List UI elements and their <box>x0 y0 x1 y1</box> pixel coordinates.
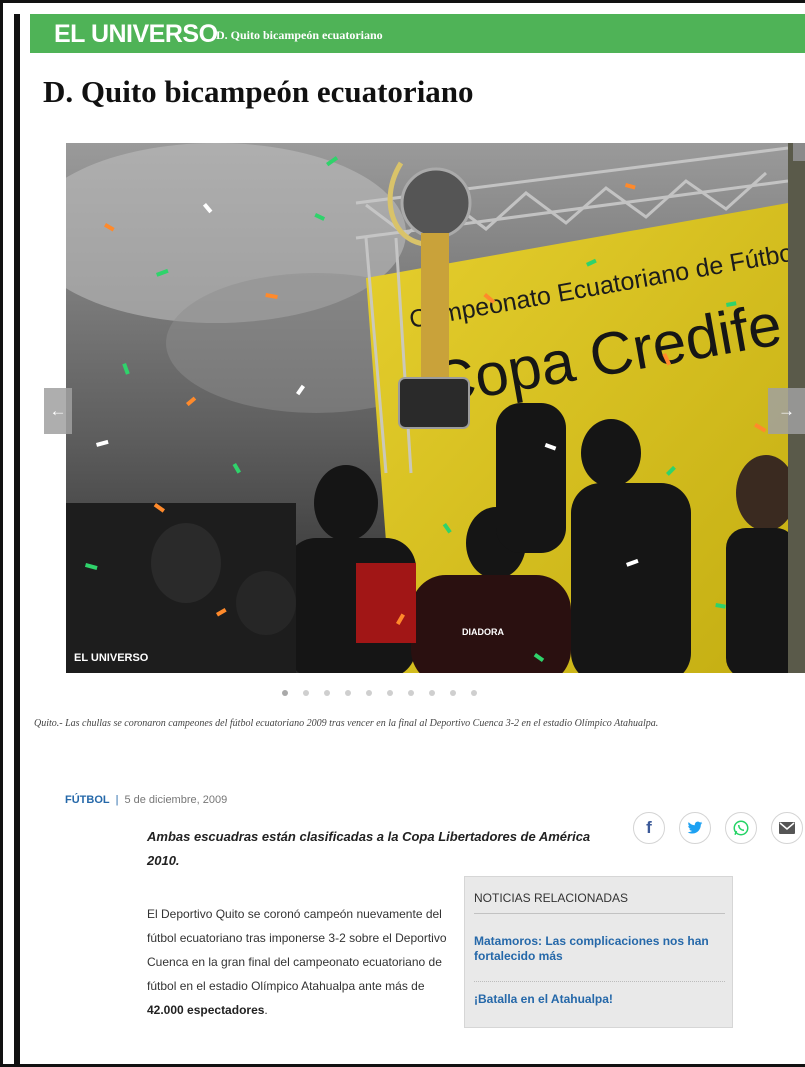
related-news-box: NOTICIAS RELACIONADAS Matamoros: Las com… <box>464 876 733 1028</box>
article-body-end: . <box>264 1003 268 1017</box>
share-whatsapp-button[interactable] <box>725 812 757 844</box>
article-body-text: El Deportivo Quito se coronó campeón nue… <box>147 907 447 993</box>
meta-separator: | <box>115 794 119 806</box>
celebration-photo-illustration: Campeonato Ecuatoriano de Fútbol Copa Cr… <box>66 143 788 673</box>
gallery-dot[interactable] <box>450 690 456 696</box>
site-header-bar: EL UNIVERSO D. Quito bicampeón ecuatoria… <box>30 14 805 53</box>
related-link-batalla[interactable]: ¡Batalla en el Atahualpa! <box>474 992 724 1007</box>
gallery-dot[interactable] <box>429 690 435 696</box>
article-body: El Deportivo Quito se coronó campeón nue… <box>147 902 447 1022</box>
left-border <box>14 14 20 1064</box>
gallery-dot[interactable] <box>282 690 288 696</box>
share-facebook-button[interactable]: f <box>633 812 665 844</box>
share-twitter-button[interactable] <box>679 812 711 844</box>
article-body-highlight: 42.000 espectadores <box>147 1003 265 1017</box>
related-link-matamoros[interactable]: Matamoros: Las complicaciones nos han fo… <box>474 934 724 964</box>
article-meta: FÚTBOL | 5 de diciembre, 2009 <box>65 794 227 806</box>
gallery-dot[interactable] <box>387 690 393 696</box>
email-icon <box>779 822 795 834</box>
shirt-brand: DIADORA <box>462 627 504 637</box>
gallery-dot[interactable] <box>408 690 414 696</box>
photo-caption: Quito.- Las chullas se coronaron campeon… <box>34 718 659 729</box>
share-email-button[interactable] <box>771 812 803 844</box>
article-headline: D. Quito bicampeón ecuatoriano <box>43 74 474 109</box>
site-logo[interactable]: EL UNIVERSO <box>54 20 218 49</box>
whatsapp-icon <box>733 820 749 836</box>
related-news-title: NOTICIAS RELACIONADAS <box>474 891 629 905</box>
next-slide-button[interactable]: → <box>768 388 805 434</box>
gallery-photo[interactable]: Campeonato Ecuatoriano de Fútbol Copa Cr… <box>66 143 788 673</box>
section-link[interactable]: FÚTBOL <box>65 794 110 806</box>
article-intro: Ambas escuadras están clasificadas a la … <box>147 829 591 868</box>
gallery-dot[interactable] <box>303 690 309 696</box>
gallery-dot[interactable] <box>366 690 372 696</box>
related-link-divider <box>474 981 725 982</box>
gallery-dot[interactable] <box>471 690 477 696</box>
prev-slide-button[interactable]: ← <box>44 388 72 434</box>
facebook-icon: f <box>646 818 652 837</box>
header-article-title: D. Quito bicampeón ecuatoriano <box>216 28 383 42</box>
gallery-dot[interactable] <box>324 690 330 696</box>
gallery-dots <box>282 690 477 700</box>
article-date: 5 de diciembre, 2009 <box>124 794 228 806</box>
gallery-dot[interactable] <box>345 690 351 696</box>
related-news-divider <box>474 913 725 914</box>
twitter-icon <box>687 821 703 834</box>
photo-watermark: EL UNIVERSO <box>74 652 149 664</box>
